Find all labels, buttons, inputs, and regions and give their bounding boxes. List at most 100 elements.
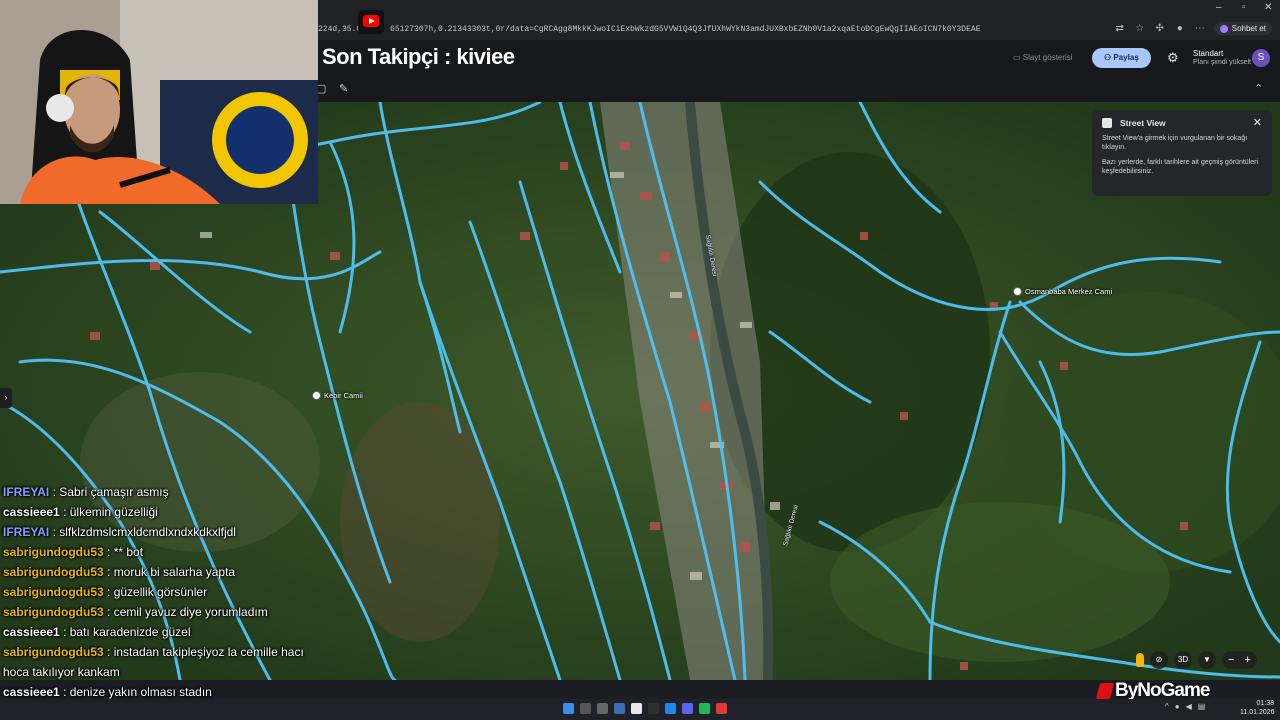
record-icon[interactable] <box>716 703 727 714</box>
chat-text: moruk bi salarha yapta <box>113 565 236 579</box>
collapse-chevron-icon[interactable]: ⌃ <box>1254 82 1263 95</box>
zoom-control[interactable]: − + <box>1222 651 1257 669</box>
windows-start-icon[interactable] <box>563 703 574 714</box>
map-controls: ⊘ 3D ▼ − + <box>1136 651 1257 669</box>
street-view-icon <box>1102 118 1112 128</box>
chat-separator: : <box>59 685 70 699</box>
plan-info[interactable]: Standart Planı şimdi yükselt <box>1193 49 1251 67</box>
share-button[interactable]: ⚇ Paylaş <box>1092 48 1151 68</box>
streamer-webcam-image <box>0 0 318 204</box>
search-icon[interactable] <box>580 703 591 714</box>
profile-icon[interactable]: ● <box>1174 23 1186 35</box>
menu-dots-icon[interactable]: ⋯ <box>1194 23 1206 35</box>
chat-text: ** bot <box>113 545 144 559</box>
share-label: Paylaş <box>1113 53 1139 62</box>
app-icon[interactable] <box>648 703 659 714</box>
chat-username: sabrigundogdu53 <box>3 565 104 579</box>
clock-time: 01:38 <box>1256 700 1274 707</box>
plan-title: Standart <box>1193 49 1224 58</box>
chat-separator: : <box>59 625 70 639</box>
compass-icon[interactable]: ▼ <box>1198 651 1216 669</box>
task-view-icon[interactable] <box>597 703 608 714</box>
screen: Kebir Camii Osmanbaba Merkez Cami Sağlık… <box>0 0 1280 720</box>
chat-overlay: IFREYAI : Sabri çamaşır asmış cassieee1 :… <box>3 482 333 720</box>
chat-message: sabrigundogdu53 : ** bot <box>3 542 333 562</box>
steam-icon[interactable] <box>614 703 625 714</box>
close-icon[interactable]: ✕ <box>1253 116 1262 129</box>
obs-icon[interactable] <box>631 703 642 714</box>
measure-tool-icon[interactable]: ✎ <box>339 82 348 95</box>
chat-message: IFREYAI : Sabri çamaşır asmış <box>3 482 333 502</box>
pegman-icon[interactable] <box>1136 653 1144 667</box>
chat-separator: : <box>103 645 114 659</box>
chat-username: sabrigundogdu53 <box>3 585 104 599</box>
chat-text: ülkemin güzelliği <box>69 505 158 519</box>
place-label[interactable]: Osmanbaba Merkez Cami <box>1013 287 1112 296</box>
system-tray: ^ ● ◀ ▤ <box>1165 702 1205 711</box>
translate-icon[interactable]: ⇄ <box>1114 23 1126 35</box>
chat-message: cassieee1 : ülkemin güzelliği <box>3 502 333 522</box>
chevron-up-icon[interactable]: ^ <box>1165 702 1169 711</box>
chat-text: slfklzdmslcmxldcmdlxndxkdkxlfjdl <box>59 525 236 539</box>
expand-panel-arrow-icon[interactable]: › <box>0 388 12 408</box>
chat-separator: : <box>103 605 114 619</box>
place-name: Kebir Camii <box>324 391 363 400</box>
chat-separator: : <box>59 505 70 519</box>
chat-separator: : <box>103 585 114 599</box>
chat-button[interactable]: Sohbet et <box>1213 22 1272 35</box>
chat-separator: : <box>49 525 60 539</box>
chat-message: sabrigundogdu53 : instadan takipleşiyoz … <box>3 642 333 662</box>
chat-username: cassieee1 <box>3 685 60 699</box>
chat-separator: : <box>103 545 114 559</box>
chat-message: hoca takılıyor kankam <box>3 662 333 682</box>
chat-separator: : <box>49 485 60 499</box>
chat-text: Sabri çamaşır asmış <box>59 485 169 499</box>
network-icon[interactable]: ▤ <box>1198 702 1206 711</box>
close-window-icon[interactable]: ✕ <box>1264 2 1272 13</box>
clock-date: 11.01.2026 <box>1240 709 1275 716</box>
chat-message: sabrigundogdu53 : cemil yavuz diye yorum… <box>3 602 333 622</box>
browser-toolbar: ⇄ ☆ ✣ ● ⋯ Sohbet et <box>1114 22 1272 35</box>
zoom-out-icon[interactable]: − <box>1228 651 1234 669</box>
3d-toggle[interactable]: 3D <box>1174 651 1192 669</box>
webcam-overlay <box>0 0 318 204</box>
mosque-pin-icon <box>1013 287 1022 296</box>
street-view-title: Street View <box>1120 118 1166 128</box>
mosque-pin-icon <box>312 391 321 400</box>
discord-icon[interactable] <box>682 703 693 714</box>
spotify-icon[interactable] <box>699 703 710 714</box>
edge-icon[interactable] <box>665 703 676 714</box>
zoom-in-icon[interactable]: + <box>1244 651 1250 669</box>
chat-message: IFREYAI : slfklzdmslcmxldcmdlxndxkdkxlfj… <box>3 522 333 542</box>
slideshow-button[interactable]: ▭ Slayt gösterisi <box>1005 49 1081 67</box>
plan-subtitle: Planı şimdi yükselt <box>1193 59 1251 66</box>
chat-text: instadan takipleşiyoz la cemille hacı <box>113 645 304 659</box>
bookmark-star-icon[interactable]: ☆ <box>1134 23 1146 35</box>
chat-button-label: Sohbet et <box>1231 24 1266 33</box>
chat-text: hoca takılıyor kankam <box>3 665 120 679</box>
settings-gear-icon[interactable]: ⚙ <box>1167 50 1179 66</box>
mic-icon[interactable]: ● <box>1175 702 1180 711</box>
chat-username: sabrigundogdu53 <box>3 645 104 659</box>
place-name: Osmanbaba Merkez Cami <box>1025 287 1113 296</box>
minimize-icon[interactable]: – <box>1216 2 1222 13</box>
avatar[interactable]: S <box>1252 49 1270 67</box>
chat-username: IFREYAI <box>3 485 50 499</box>
hide-labels-icon[interactable]: ⊘ <box>1150 651 1168 669</box>
chat-text: güzellik görsünler <box>113 585 208 599</box>
chat-username: sabrigundogdu53 <box>3 605 104 619</box>
address-bar[interactable]: 224d,35.000... 65127307h,0.21343303t,0r/… <box>318 22 1218 38</box>
chat-text: batı karadenizde güzel <box>69 625 191 639</box>
speaker-icon[interactable]: ◀ <box>1186 702 1192 711</box>
chat-message: sabrigundogdu53 : güzellik görsünler <box>3 582 333 602</box>
youtube-play-icon <box>369 18 375 24</box>
taskbar-apps <box>563 703 727 714</box>
chat-separator: : <box>103 565 114 579</box>
chat-username: cassieee1 <box>3 625 60 639</box>
street-view-text-2: Bazı yerlerde, farklı tarihlere ait geçm… <box>1102 159 1259 175</box>
extensions-icon[interactable]: ✣ <box>1154 23 1166 35</box>
maximize-icon[interactable]: ▫ <box>1242 2 1246 13</box>
clock[interactable]: 01:38 11.01.2026 <box>1240 699 1275 717</box>
chat-username: IFREYAI <box>3 525 50 539</box>
place-label[interactable]: Kebir Camii <box>312 391 363 400</box>
